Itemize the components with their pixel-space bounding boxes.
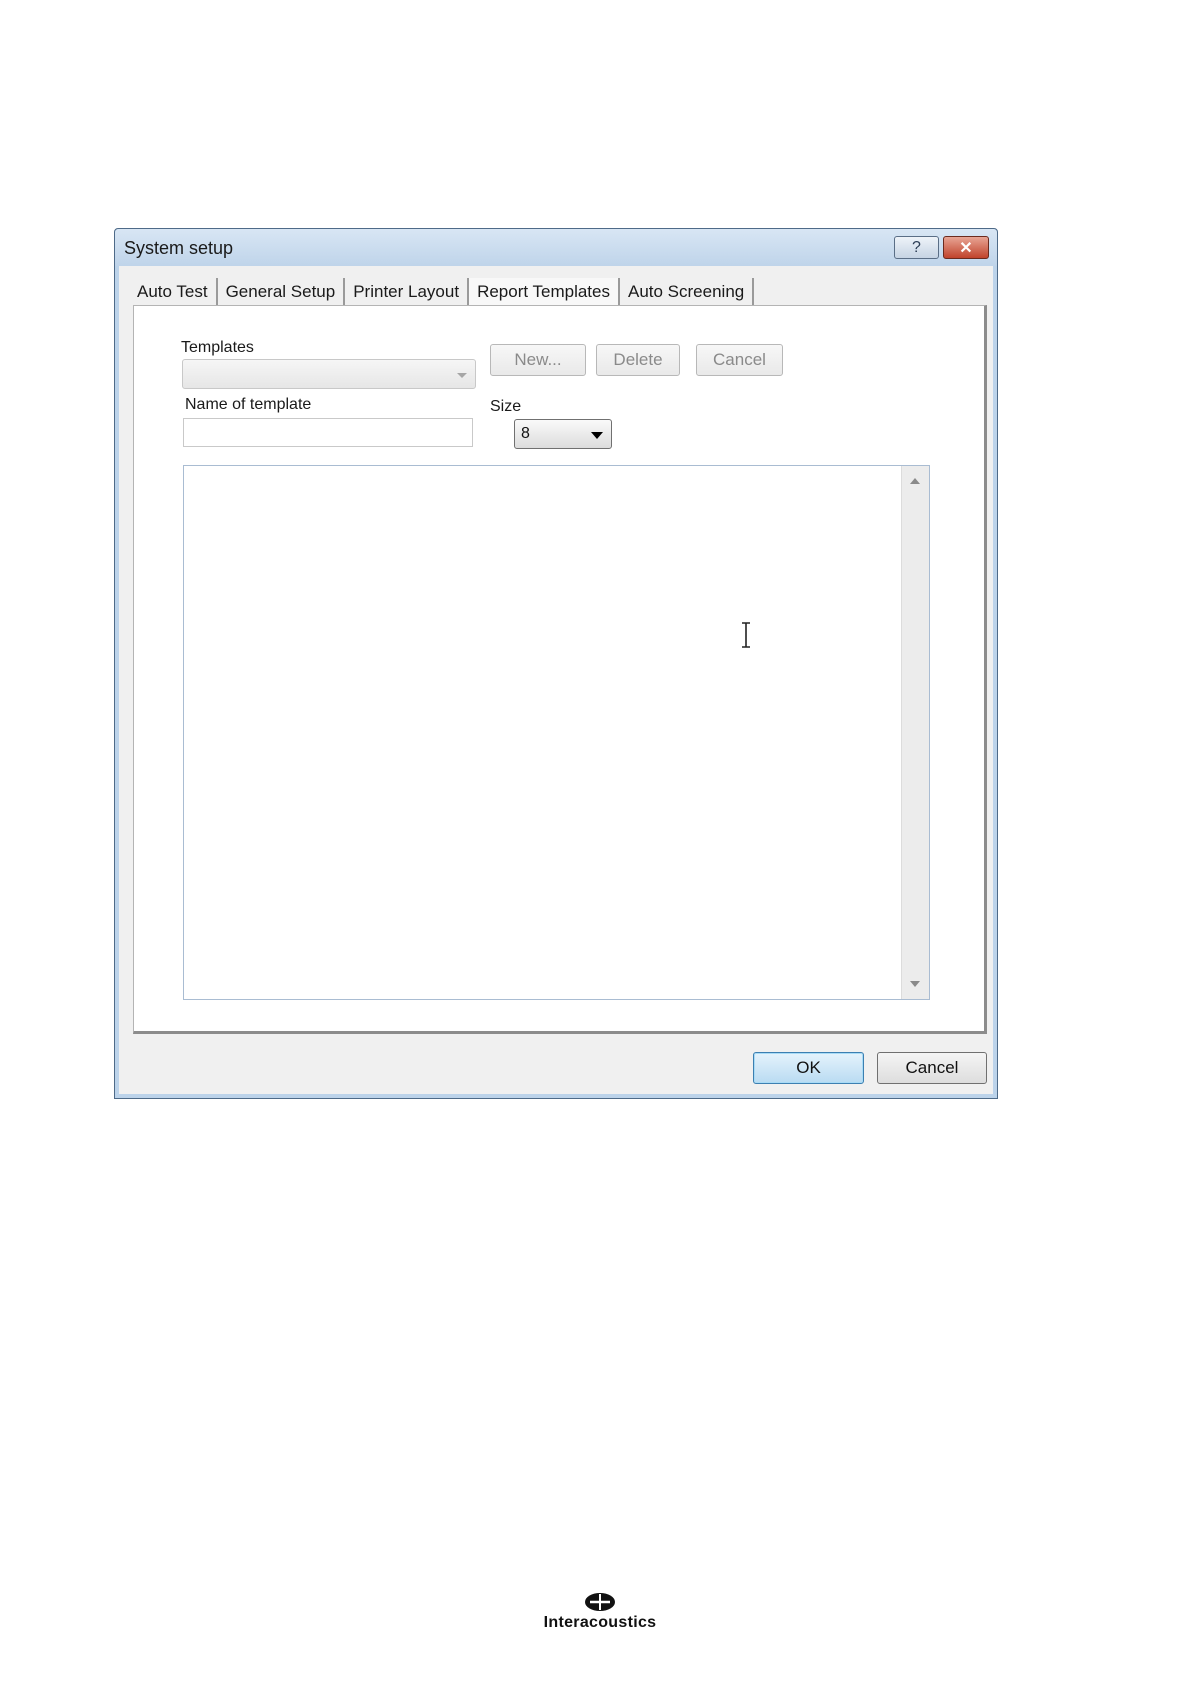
cancel-button[interactable]: Cancel <box>877 1052 987 1084</box>
chevron-down-icon <box>457 373 467 378</box>
name-of-template-label: Name of template <box>185 396 312 413</box>
ok-button[interactable]: OK <box>753 1052 864 1084</box>
report-templates-page: Templates New... Delete Cancel Name of t… <box>133 305 987 1034</box>
help-icon: ? <box>912 238 921 256</box>
scroll-up-icon[interactable] <box>910 478 920 484</box>
tab-general-setup[interactable]: General Setup <box>218 278 346 306</box>
templates-label: Templates <box>181 339 254 356</box>
chevron-down-icon <box>591 432 603 439</box>
tab-auto-test[interactable]: Auto Test <box>129 278 218 306</box>
close-icon: ✕ <box>959 239 973 257</box>
name-of-template-input[interactable] <box>183 418 473 447</box>
logo-text: Interacoustics <box>543 1614 657 1631</box>
vertical-scrollbar[interactable] <box>901 466 929 999</box>
close-button[interactable]: ✕ <box>943 236 989 259</box>
size-label: Size <box>490 398 522 415</box>
size-value: 8 <box>521 425 530 442</box>
cancel-template-button[interactable]: Cancel <box>696 344 783 376</box>
delete-template-button[interactable]: Delete <box>596 344 680 376</box>
tab-strip: Auto Test General Setup Printer Layout R… <box>129 278 755 306</box>
dialog-title: System setup <box>124 238 234 258</box>
new-template-button[interactable]: New... <box>490 344 586 376</box>
help-button[interactable]: ? <box>894 236 939 259</box>
dialog-client-area: Auto Test General Setup Printer Layout R… <box>119 266 993 1094</box>
interacoustics-logo-icon <box>585 1593 615 1611</box>
tab-report-templates[interactable]: Report Templates <box>469 278 620 306</box>
text-cursor-icon <box>742 622 750 648</box>
tab-printer-layout[interactable]: Printer Layout <box>345 278 470 306</box>
tab-auto-screening[interactable]: Auto Screening <box>620 278 755 306</box>
interacoustics-logo: Interacoustics <box>525 1592 675 1632</box>
templates-dropdown[interactable] <box>182 359 476 389</box>
title-bar: System setup ? ✕ <box>115 229 997 266</box>
size-dropdown[interactable]: 8 <box>514 419 612 449</box>
scroll-down-icon[interactable] <box>910 981 920 987</box>
template-text-editor[interactable] <box>183 465 930 1000</box>
system-setup-dialog: System setup ? ✕ Auto Test General Setup… <box>114 228 998 1099</box>
